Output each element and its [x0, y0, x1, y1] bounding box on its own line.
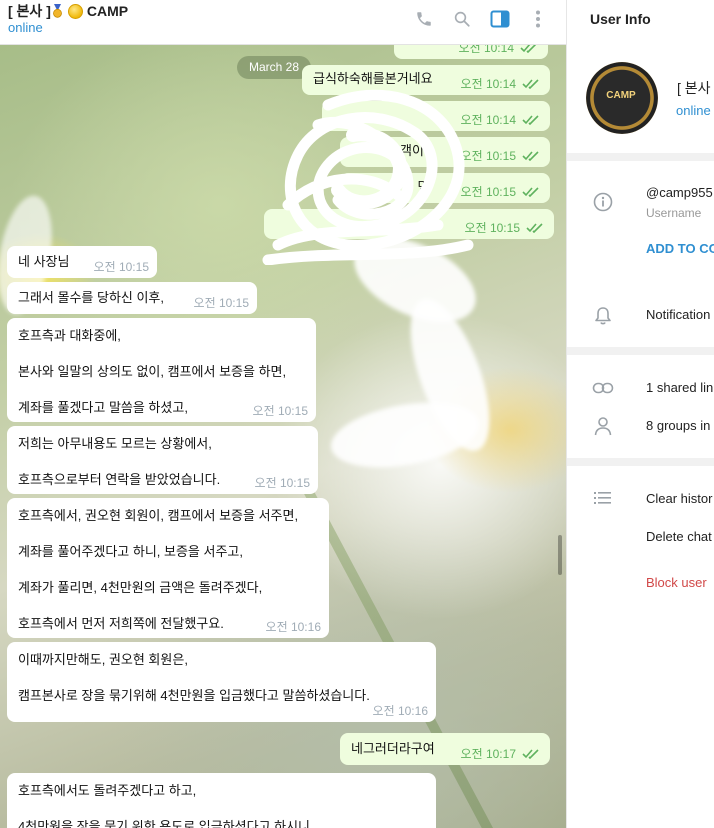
more-vertical-icon[interactable]	[528, 9, 548, 29]
message-line: 계좌가 풀리면, 4천만원의 금액은 돌려주겠다,	[18, 580, 263, 595]
add-contact-button[interactable]: ADD TO CO	[646, 241, 714, 256]
message-time: 오전 10:15	[93, 260, 149, 274]
message-line: 계좌를 풀어주겠다고 하니, 보증을 서주고,	[18, 544, 243, 559]
panel-title: User Info	[590, 11, 651, 27]
double-check-icon	[520, 45, 537, 53]
message-time: 오전 10:15	[193, 296, 249, 310]
message-out[interactable]: 오전 10:14	[394, 45, 548, 59]
chat-header[interactable]: [ 본사 ] CAMP online	[0, 0, 566, 45]
message-in[interactable]: 네 사장님 오전 10:15	[7, 246, 157, 278]
chat-title[interactable]: [ 본사 ] CAMP	[8, 1, 128, 21]
medal-icon	[52, 4, 62, 18]
person-icon	[591, 414, 615, 438]
double-check-icon	[522, 115, 539, 125]
message-in[interactable]: 이때까지만해도, 권오현 회원은, 캠프본사로 장을 묶기위해 4천만원을 입금…	[7, 642, 436, 722]
chat-area[interactable]: March 28 오전 10:14 급식하숙해를본거네요 오전 10:14 오전…	[0, 45, 566, 828]
phone-icon[interactable]	[414, 9, 434, 29]
chat-column: [ 본사 ] CAMP online March 28 오전 10:14 급식하…	[0, 0, 566, 828]
chat-title-suffix: CAMP	[86, 3, 129, 19]
block-user-button[interactable]: Block user	[646, 575, 707, 590]
message-in[interactable]: 호프측에서, 권오현 회원이, 캠프에서 보증을 서주면, 계좌를 풀어주겠다고…	[7, 498, 329, 638]
link-icon	[591, 376, 615, 400]
header-actions	[414, 9, 548, 29]
divider	[567, 347, 714, 355]
message-in[interactable]: 저희는 아무내용도 모르는 상황에서, 호프측으로부터 연락을 받았었습니다. …	[7, 426, 318, 494]
double-check-icon	[522, 79, 539, 89]
message-out[interactable]: 네그러더라구여 오전 10:17	[340, 733, 550, 765]
info-icon	[591, 190, 615, 214]
divider	[567, 458, 714, 466]
coin-icon	[67, 4, 83, 19]
bell-icon	[591, 304, 615, 328]
double-check-icon	[522, 151, 539, 161]
username-label: Username	[646, 206, 702, 220]
username-value[interactable]: @camp955	[646, 185, 713, 200]
message-time: 오전 10:16	[372, 704, 428, 718]
message-in[interactable]: 호프측과 대화중에, 본사와 일말의 상의도 없이, 캠프에서 보증을 하면, …	[7, 318, 316, 422]
double-check-icon	[522, 187, 539, 197]
chat-status: online	[8, 20, 43, 35]
shared-links-item[interactable]: 1 shared lin	[646, 380, 713, 395]
avatar-logo-text: CAMP	[606, 90, 636, 101]
message-line: 호프측과 대화중에,	[18, 328, 121, 343]
notifications-toggle[interactable]: Notification	[646, 307, 710, 322]
double-check-icon	[522, 749, 539, 759]
double-check-icon	[526, 223, 543, 233]
list-icon	[591, 486, 615, 510]
divider	[567, 153, 714, 161]
redaction-scribble	[262, 89, 474, 265]
search-icon[interactable]	[452, 9, 472, 29]
message-time: 오전 10:14	[459, 45, 538, 55]
user-status: online	[676, 103, 711, 118]
groups-in-common-item[interactable]: 8 groups in	[646, 418, 710, 433]
delete-chat-button[interactable]: Delete chat	[646, 529, 712, 544]
message-time: 오전 10:15	[252, 404, 308, 418]
user-info-panel: User Info CAMP [ 본사 online @camp955 User…	[566, 0, 714, 828]
message-time: 오전 10:16	[265, 620, 321, 634]
message-in[interactable]: 호프측에서도 돌려주겠다고 하고, 4천만원을 장을 묶기 위한 용도로 입금하…	[7, 773, 436, 828]
user-name: [ 본사	[677, 80, 711, 96]
message-line: 호프측에서도 돌려주겠다고 하고,	[18, 783, 197, 798]
telegram-window: [ 본사 ] CAMP online March 28 오전 10:14 급식하…	[0, 0, 714, 828]
chat-title-prefix: [ 본사 ]	[8, 3, 51, 19]
message-line: 4천만원을 장을 묶기 위한 용도로 입금하셨다고 하시니	[18, 819, 311, 828]
message-time: 오전 10:15	[254, 476, 310, 490]
chat-scrollbar[interactable]	[558, 535, 562, 575]
message-line: 호프측에서, 권오현 회원이, 캠프에서 보증을 서주면,	[18, 508, 299, 523]
message-time: 오전 10:17	[461, 747, 540, 761]
message-line: 저희는 아무내용도 모르는 상황에서,	[18, 436, 212, 451]
sidebar-toggle-icon[interactable]	[490, 9, 510, 29]
clear-history-button[interactable]: Clear histor	[646, 491, 712, 506]
message-line: 본사와 일말의 상의도 없이, 캠프에서 보증을 하면,	[18, 364, 287, 379]
message-in[interactable]: 그래서 몰수를 당하신 이후, 오전 10:15	[7, 282, 257, 314]
message-line: 이때까지만해도, 권오현 회원은,	[18, 652, 188, 667]
